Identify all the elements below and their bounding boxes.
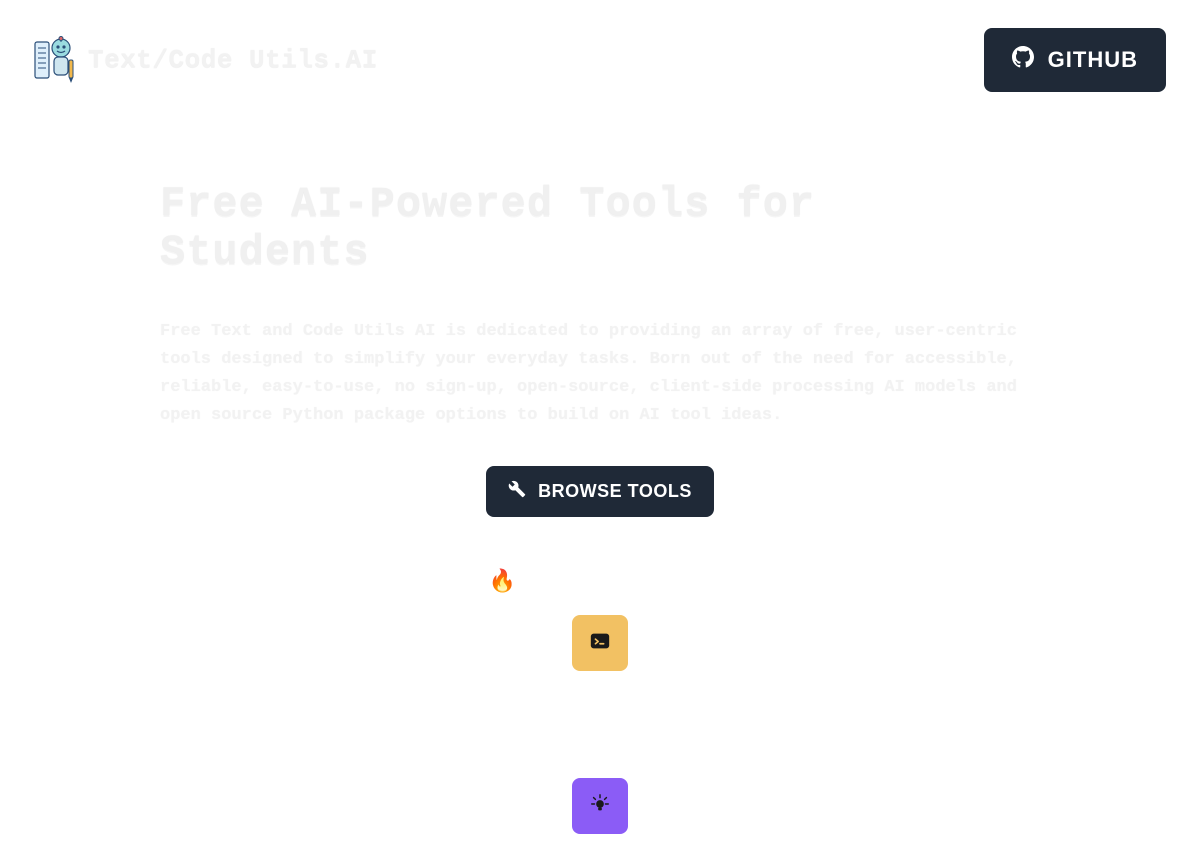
github-icon [1012, 46, 1034, 74]
browse-tools-button[interactable]: BROWSE TOOLS [486, 466, 714, 517]
header: Text/Code Utils.AI GITHUB [0, 0, 1200, 120]
browse-wrap: BROWSE TOOLS [160, 466, 1040, 517]
featured-card-code-explainer[interactable] [572, 615, 628, 671]
hero-title: Free AI-Powered Tools for Students [160, 180, 1040, 276]
fire-icon: 🔥 [489, 569, 516, 595]
brand-title: Text/Code Utils.AI [88, 45, 378, 75]
newest-section: Newest tools AI Idea Generator [0, 733, 1200, 864]
newest-card-idea-generator[interactable] [572, 778, 628, 834]
terminal-icon [589, 630, 611, 657]
github-label: GITHUB [1048, 47, 1138, 73]
featured-title-text: Featured Tools [526, 570, 711, 595]
browse-label: BROWSE TOOLS [538, 481, 692, 502]
newest-card-label: AI Idea Generator [0, 848, 1200, 864]
app-logo [34, 40, 74, 80]
brand: Text/Code Utils.AI [34, 40, 378, 80]
hero-description: Free Text and Code Utils AI is dedicated… [160, 318, 1040, 430]
github-button[interactable]: GITHUB [984, 28, 1166, 92]
tools-icon [508, 480, 526, 503]
newest-title: Newest tools [521, 733, 679, 758]
featured-section: 🔥 Featured Tools Code Explainer [0, 569, 1200, 701]
lightbulb-icon [589, 793, 611, 820]
featured-card-label: Code Explainer [0, 685, 1200, 701]
hero: Free AI-Powered Tools for Students Free … [0, 120, 1200, 517]
featured-title: 🔥 Featured Tools [489, 569, 711, 595]
